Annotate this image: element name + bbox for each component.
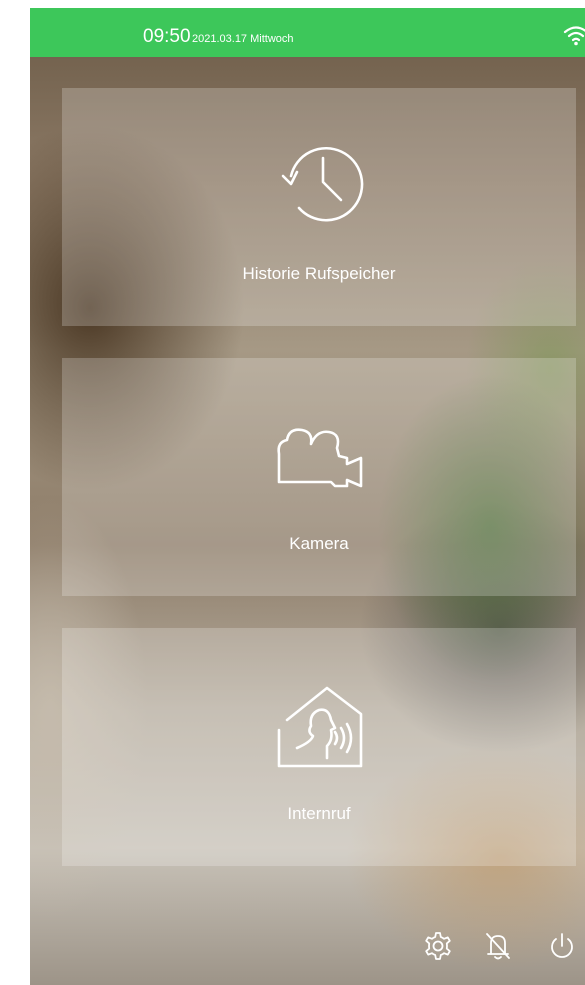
camera-card[interactable]: Kamera <box>62 358 576 596</box>
gear-icon[interactable] <box>422 930 454 962</box>
intercom-label: Internruf <box>287 804 351 823</box>
wifi-icon <box>563 26 585 46</box>
intercom-card[interactable]: Internruf <box>62 628 576 866</box>
video-camera-icon <box>277 428 363 488</box>
clock-time: 09:50 <box>143 26 191 47</box>
device-screen: 09:50 2021.03.17 Mittwoch Historie Rufsp… <box>30 8 585 985</box>
bell-off-icon[interactable] <box>482 930 514 962</box>
camera-label: Kamera <box>289 534 349 553</box>
power-icon[interactable] <box>546 930 578 962</box>
house-intercom-icon <box>277 686 363 768</box>
history-label: Historie Rufspeicher <box>242 264 396 283</box>
clock-date: 2021.03.17 Mittwoch <box>192 33 294 45</box>
history-clock-icon <box>281 146 364 222</box>
status-bar: 09:50 2021.03.17 Mittwoch <box>30 8 585 57</box>
history-card[interactable]: Historie Rufspeicher <box>62 88 576 326</box>
